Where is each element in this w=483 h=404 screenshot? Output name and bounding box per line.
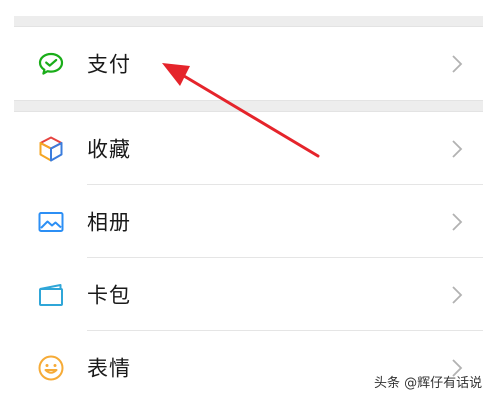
smiley-icon [38,355,64,380]
section-gap-top [14,16,483,27]
watermark-text: 头条 @辉仔有话说 [374,376,483,391]
menu-item-label: 卡包 [87,282,131,307]
chevron-right-icon [452,285,463,304]
menu-item-cards[interactable]: 卡包 [14,258,483,331]
me-page-menu: 支付 收藏 相册 卡包 表情 [14,0,483,404]
favorites-cube-icon [39,136,63,161]
menu-item-favorites[interactable]: 收藏 [14,112,483,185]
chevron-right-icon [452,54,463,73]
photo-album-icon [38,211,64,232]
chevron-right-icon [452,212,463,231]
menu-item-label: 收藏 [87,136,131,161]
menu-item-label: 相册 [87,209,131,234]
chevron-right-icon [452,139,463,158]
menu-item-stickers[interactable]: 表情 [14,331,483,404]
menu-item-label: 表情 [87,355,131,380]
menu-item-label: 支付 [87,51,131,76]
menu-item-album[interactable]: 相册 [14,185,483,258]
section-gap-middle [14,100,483,112]
menu-item-payment[interactable]: 支付 [14,27,483,100]
card-wallet-icon [39,283,63,306]
wechat-pay-icon [38,52,64,75]
